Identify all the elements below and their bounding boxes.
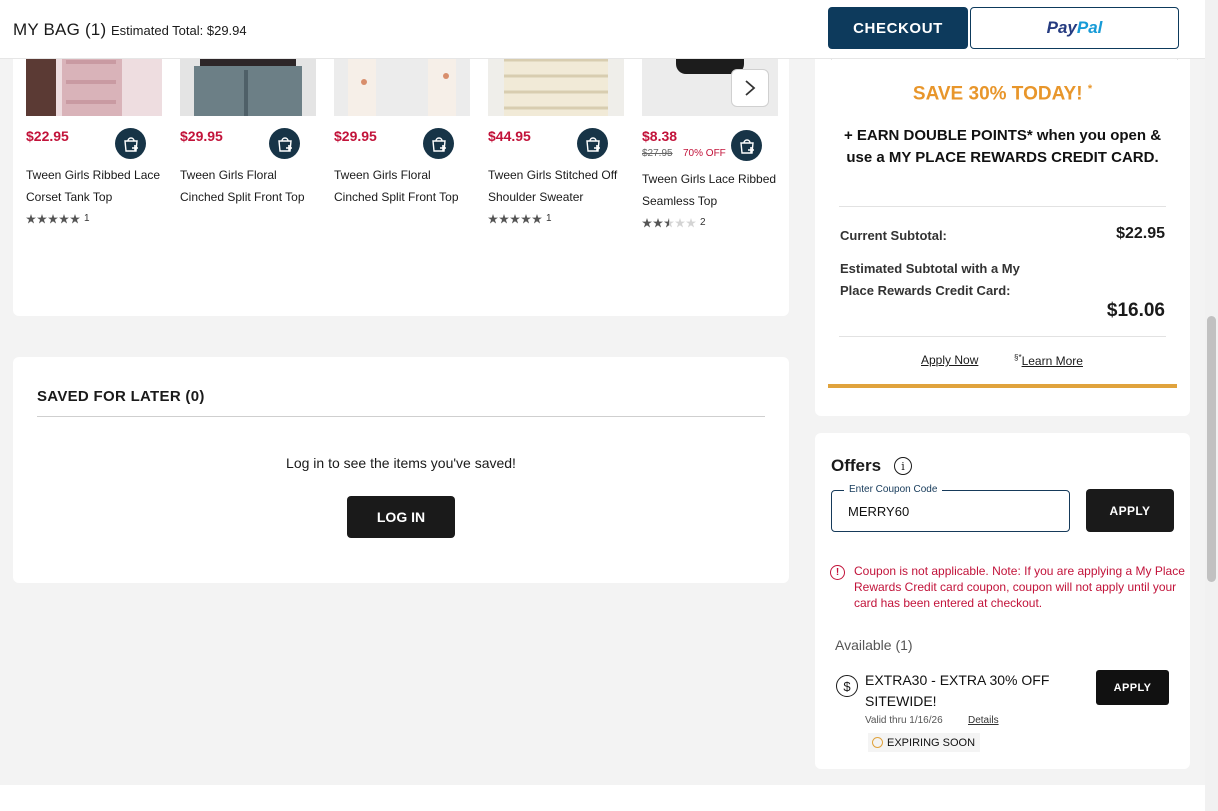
bag-plus-icon [123,136,138,152]
star-empty-icon [675,217,685,227]
estimated-total: Estimated Total: $29.94 [111,23,247,38]
product-rating: 1 [488,213,552,224]
learn-more-label: Learn More [1021,354,1083,368]
product-name[interactable]: Tween Girls Ribbed Lace Corset Tank Top [26,164,166,208]
carousel-next-button[interactable] [731,69,769,107]
save-today-heading: SAVE 30% TODAY! * [815,83,1190,105]
learn-more-link[interactable]: §*Learn More [1014,353,1083,368]
star-icon [488,213,498,223]
estimated-subtotal-value: $16.06 [1106,300,1165,321]
star-icon [26,213,36,223]
bag-plus-icon [431,136,446,152]
coupon-code-input[interactable] [848,504,1058,519]
bag-title: MY BAG (1) [13,20,107,39]
star-icon [48,213,58,223]
product-name[interactable]: Tween Girls Floral Cinched Split Front T… [180,164,320,208]
saved-login-message: Log in to see the items you've saved! [286,455,516,471]
add-to-bag-button[interactable] [731,130,762,161]
star-empty-icon [686,217,696,227]
expiring-soon-badge: EXPIRING SOON [868,733,981,752]
product-rating: 1 [26,213,90,224]
info-icon[interactable]: i [894,457,912,475]
product-price: $44.95 [488,128,531,144]
product-price: $8.38 [642,128,678,144]
saved-for-later-heading: SAVED FOR LATER (0) [37,388,205,405]
review-count: 1 [84,213,90,224]
current-subtotal-value: $22.95 [1116,225,1165,242]
error-icon: ! [830,565,845,580]
scrollbar-thumb[interactable] [1207,316,1216,582]
half-star-icon [664,217,674,227]
clock-icon [872,737,883,748]
divider [37,416,765,417]
offer-details-link[interactable]: Details [968,715,999,726]
product-name[interactable]: Tween Girls Lace Ribbed Seamless Top [642,168,782,212]
star-icon [521,213,531,223]
footer-strip [0,785,1205,811]
product-price: $22.95 [26,128,69,144]
star-icon [499,213,509,223]
page-scrollbar[interactable] [1205,0,1218,811]
divider [839,206,1166,207]
star-icon [653,217,663,227]
star-icon [532,213,542,223]
save-footnote-mark: * [1087,83,1093,95]
paypal-logo-pay: Pay [1046,18,1077,37]
star-icon [59,213,69,223]
chevron-right-icon [745,80,756,96]
coupon-error-message: Coupon is not applicable. Note: If you a… [854,564,1185,610]
product-price: $29.95 [180,128,223,144]
offers-section: Offers i Enter Coupon Code APPLY ! Coupo… [815,433,1190,769]
product-price: $29.95 [334,128,377,144]
login-button[interactable]: LOG IN [347,496,455,538]
coupon-code-field[interactable]: Enter Coupon Code [831,484,1070,532]
coupon-code-label: Enter Coupon Code [844,484,943,495]
review-count: 1 [546,213,552,224]
paypal-button[interactable]: PayPal [970,7,1179,49]
apply-coupon-button[interactable]: APPLY [1086,489,1174,532]
saved-for-later-section: SAVED FOR LATER (0) Log in to see the it… [13,357,789,583]
add-to-bag-button[interactable] [115,128,146,159]
discount-label: 70% OFF [683,148,726,159]
current-subtotal-label: Current Subtotal: [840,228,947,243]
offer-valid-date: Valid thru 1/16/26 [865,715,943,726]
estimated-subtotal-label: Estimated Subtotal with a My Place Rewar… [840,261,1020,298]
offers-title: Offers [831,456,882,475]
product-rating: 2 [642,217,706,228]
star-icon [642,217,652,227]
checkout-button[interactable]: CHECKOUT [828,7,968,49]
rewards-promo-card: SAVE 30% TODAY! * + EARN DOUBLE POINTS* … [815,30,1190,416]
add-to-bag-button[interactable] [269,128,300,159]
bag-plus-icon [277,136,292,152]
save-today-text: SAVE 30% TODAY! [912,83,1083,105]
paypal-logo-pal: Pal [1076,18,1103,37]
add-to-bag-button[interactable] [423,128,454,159]
original-price: $27.95 [642,148,673,159]
star-icon [70,213,80,223]
bag-header: MY BAG (1) Estimated Total: $29.94 CHECK… [0,0,1205,59]
add-to-bag-button[interactable] [577,128,608,159]
apply-offer-button[interactable]: APPLY [1096,670,1169,705]
divider [839,336,1166,337]
learn-more-mark: §* [1014,353,1022,362]
product-name[interactable]: Tween Girls Stitched Off Shoulder Sweate… [488,164,628,208]
apply-now-link[interactable]: Apply Now [921,353,978,367]
expiring-soon-label: EXPIRING SOON [887,736,976,749]
recommendations-carousel: $22.95 Tween Girls Ribbed Lace Corset Ta… [13,30,789,316]
product-name[interactable]: Tween Girls Floral Cinched Split Front T… [334,164,474,208]
star-icon [510,213,520,223]
bag-plus-icon [585,136,600,152]
offer-name: EXTRA30 - EXTRA 30% OFF SITEWIDE! [865,672,1050,709]
dollar-icon: $ [836,675,858,697]
review-count: 2 [700,217,706,228]
available-offers-label: Available (1) [835,637,913,653]
star-icon [37,213,47,223]
promo-accent-bar [828,384,1177,388]
bag-plus-icon [739,138,754,154]
double-points-text: + EARN DOUBLE POINTS* when you open & us… [843,127,1162,166]
